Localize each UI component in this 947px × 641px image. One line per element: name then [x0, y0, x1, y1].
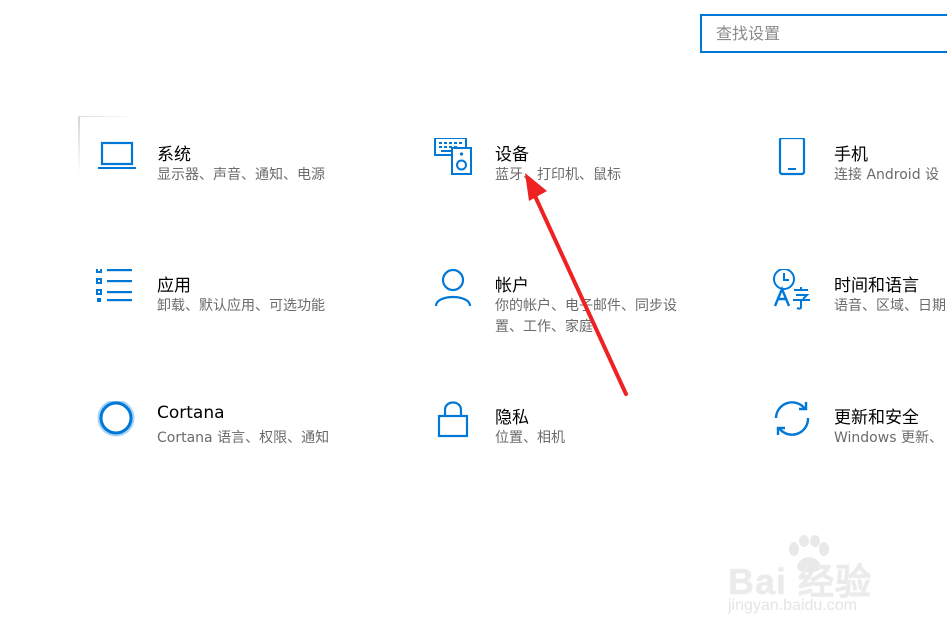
tile-description: 卸载、默认应用、可选功能	[157, 298, 325, 314]
tile-accounts[interactable]: 帐户 你的帐户、电子邮件、同步设置、工作、家庭	[433, 269, 753, 359]
tile-title: 系统	[157, 145, 191, 165]
tile-update-security[interactable]: 更新和安全 Windows 更新、	[772, 401, 947, 491]
lock-icon	[433, 401, 477, 445]
tile-time-language[interactable]: 时间和语言 语音、区域、日期	[772, 269, 947, 359]
phone-icon	[772, 138, 816, 182]
tile-title: 应用	[157, 276, 191, 296]
devices-icon	[433, 138, 477, 182]
tile-description: 位置、相机	[495, 430, 565, 446]
tile-description: 语音、区域、日期	[834, 298, 946, 314]
tile-title: 设备	[495, 145, 529, 165]
focus-edge-top	[78, 116, 138, 117]
tile-privacy[interactable]: 隐私 位置、相机	[433, 401, 753, 491]
tile-devices[interactable]: 设备 蓝牙、打印机、鼠标	[433, 138, 753, 228]
tile-phone[interactable]: 手机 连接 Android 设	[772, 138, 947, 228]
search-input[interactable]	[702, 16, 947, 51]
tile-title: Cortana	[157, 403, 225, 423]
tile-title: 帐户	[495, 276, 529, 296]
tile-title: 手机	[834, 145, 868, 165]
tile-title: 更新和安全	[834, 408, 919, 428]
baidu-watermark: Bai 经验 jingyan.baidu.com	[722, 535, 932, 625]
search-box[interactable]	[700, 14, 947, 53]
person-icon	[433, 269, 477, 313]
cortana-icon	[95, 401, 139, 445]
tile-cortana[interactable]: Cortana Cortana 语言、权限、通知	[95, 401, 415, 491]
laptop-icon	[95, 138, 139, 182]
tile-description: 连接 Android 设	[834, 167, 940, 183]
sync-icon	[772, 401, 816, 445]
tile-title: 时间和语言	[834, 276, 919, 296]
tile-description: 显示器、声音、通知、电源	[157, 167, 325, 183]
tile-apps[interactable]: 应用 卸载、默认应用、可选功能	[95, 269, 415, 359]
focus-edge	[78, 116, 80, 174]
tile-description: 你的帐户、电子邮件、同步设置、工作、家庭	[495, 298, 677, 335]
tile-title: 隐私	[495, 408, 529, 428]
tile-description: 蓝牙、打印机、鼠标	[495, 167, 621, 183]
apps-list-icon	[95, 269, 139, 313]
tile-description: Cortana 语言、权限、通知	[157, 430, 330, 446]
time-language-icon	[772, 269, 816, 313]
tile-description: Windows 更新、	[834, 430, 943, 446]
tile-system[interactable]: 系统 显示器、声音、通知、电源	[95, 138, 415, 228]
watermark-url: jingyan.baidu.com	[728, 597, 857, 614]
